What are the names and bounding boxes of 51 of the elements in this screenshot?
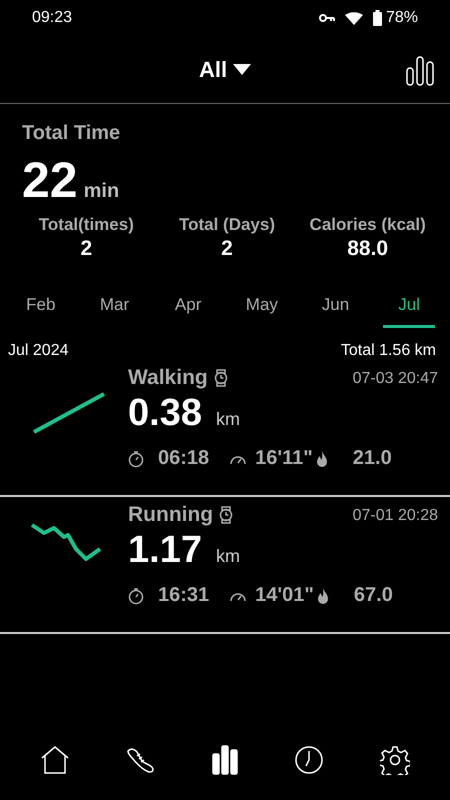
total-time-title: Total Time: [22, 122, 122, 145]
activity-distance: 1.17: [128, 529, 202, 571]
clock-time: 09:23: [32, 9, 72, 27]
activity-calories: 67.0: [354, 584, 393, 607]
watch-icon: [219, 506, 234, 524]
stat-value: 2: [80, 237, 92, 261]
home-icon[interactable]: [40, 745, 70, 775]
activity-pace: 16'11": [255, 447, 313, 470]
stat-value: 88.0: [347, 237, 388, 261]
activity-duration: 16:31: [158, 584, 210, 607]
month-tab[interactable]: Mar: [88, 289, 140, 328]
stat-label: Total (Days): [178, 215, 276, 235]
battery-icon: [372, 10, 382, 26]
period-label: Jul 2024: [8, 342, 68, 360]
settings-icon[interactable]: [380, 745, 410, 775]
month-tab[interactable]: Jul: [383, 289, 436, 328]
activity-name: Walking: [128, 366, 208, 390]
bar-chart-icon[interactable]: [212, 745, 238, 775]
flame-icon: [314, 450, 329, 468]
activity-datetime: 07-03 20:47: [352, 370, 438, 388]
activity-datetime: 07-01 20:28: [352, 507, 438, 525]
activity-card[interactable]: Running 07-01 20:28 1.17 km 16:31 14'01" 67.0: [0, 497, 450, 634]
activity-duration: 06:18: [158, 447, 210, 470]
activity-name: Running: [128, 503, 214, 527]
caret-icon: [233, 64, 252, 75]
distance-unit: km: [216, 546, 240, 566]
key-icon: [318, 13, 335, 23]
stat-label: Calories (kcal): [310, 215, 426, 235]
period-total: Total 1.56 km: [340, 342, 436, 360]
month-tab[interactable]: Feb: [14, 289, 67, 328]
distance-unit: km: [216, 409, 240, 429]
activity-pace: 14'01": [255, 584, 314, 607]
stat-value: 2: [221, 237, 233, 261]
month-tab[interactable]: Jun: [309, 289, 362, 328]
filter-dropdown[interactable]: All: [198, 56, 252, 82]
activity-card[interactable]: Walking 07-03 20:47 0.38 km 06:18 16'11" 21.0: [0, 360, 450, 497]
activity-calories: 21.0: [352, 447, 392, 470]
chart-icon[interactable]: [406, 56, 434, 86]
activity-distance: 0.38: [128, 392, 202, 434]
wifi-icon: [344, 11, 363, 25]
stopwatch-icon: [128, 450, 144, 468]
month-tab[interactable]: Apr: [162, 289, 214, 328]
total-time-value: 22: [22, 152, 78, 208]
total-time-unit: min: [84, 180, 120, 202]
stopwatch-icon: [128, 586, 144, 604]
month-tab[interactable]: May: [236, 289, 288, 328]
battery-percent: 78%: [386, 9, 418, 27]
flame-icon: [316, 586, 330, 604]
clock-icon[interactable]: [294, 745, 324, 775]
watch-icon: [214, 369, 228, 387]
stat-label: Total(times): [38, 215, 134, 235]
